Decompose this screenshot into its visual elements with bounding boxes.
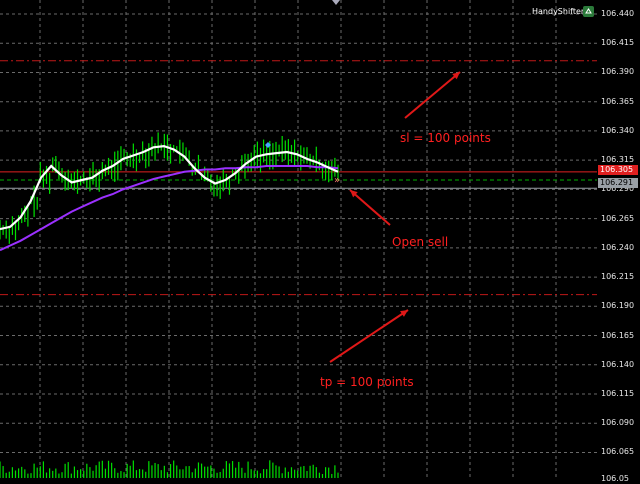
- price-tick-label: 106.340: [601, 125, 635, 135]
- price-tick-label: 106.165: [601, 330, 635, 340]
- price-tick-label: 106.140: [601, 359, 635, 369]
- price-tick-label: 106.365: [601, 96, 635, 106]
- price-tick-label: 106.115: [601, 389, 635, 398]
- price-tick-label: 106.440: [601, 9, 635, 18]
- price-chart[interactable]: » HandyShifter sl = 100 points Open sell…: [0, 0, 597, 480]
- brand-label: HandyShifter: [532, 7, 585, 16]
- chart-shift-marker[interactable]: [332, 0, 340, 5]
- price-tick-label: 106.215: [601, 272, 635, 282]
- price-tick-label: 106.415: [601, 38, 635, 48]
- sl-arrow: [404, 71, 461, 119]
- price-axis[interactable]: 106.440 106.415 106.390 106.365 106.340 106.3…: [597, 0, 640, 483]
- ma-slow-line: [0, 165, 339, 252]
- chart-canvas[interactable]: »: [0, 0, 597, 480]
- open-sell-arrow: [349, 189, 391, 226]
- sell-arrow-marker: »: [334, 175, 340, 186]
- price-tick-label: 106.065: [601, 447, 635, 457]
- sl-annotation: sl = 100 points: [400, 131, 491, 145]
- open-sell-annotation: Open sell: [392, 235, 449, 249]
- recycle-icon[interactable]: [583, 6, 594, 17]
- order-price-tag: 106.305: [598, 165, 638, 175]
- price-tick-label: 106.090: [601, 418, 635, 428]
- price-tick-label: 106.390: [601, 67, 635, 77]
- price-tick-label: 106.315: [601, 155, 635, 165]
- price-tick-bottom: 106.05: [601, 474, 629, 483]
- price-tick-label: 106.240: [601, 242, 635, 252]
- bid-price-tag: 106.291: [598, 178, 638, 188]
- tp-annotation: tp = 100 points: [320, 375, 414, 389]
- price-tick-label: 106.265: [601, 213, 635, 223]
- price-tick-label: 106.190: [601, 301, 635, 311]
